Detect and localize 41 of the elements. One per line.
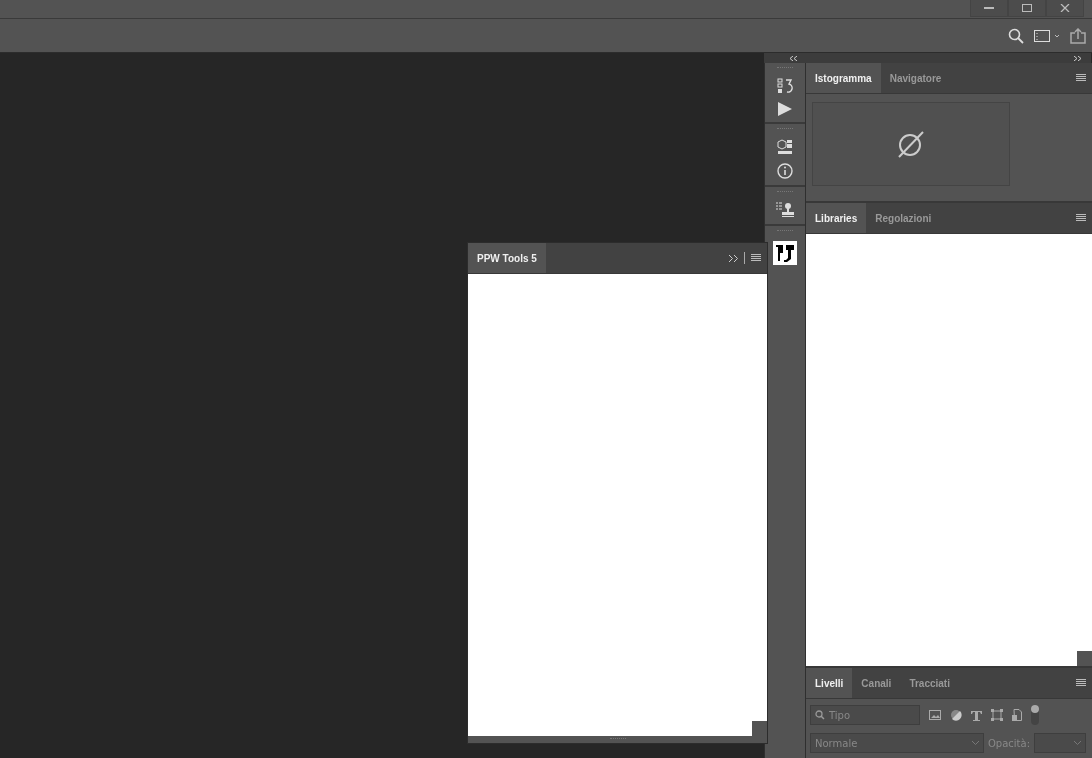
opacity-field[interactable] xyxy=(1034,733,1087,753)
info-icon[interactable] xyxy=(777,163,793,179)
blend-mode-dropdown[interactable]: Normale xyxy=(810,733,984,753)
close-icon xyxy=(1060,4,1070,12)
image-icon[interactable] xyxy=(929,710,941,720)
minimize-button[interactable] xyxy=(970,0,1008,17)
play-icon[interactable] xyxy=(778,102,792,116)
half-circle-icon[interactable] xyxy=(950,709,962,721)
chevron-down-icon xyxy=(1074,741,1082,745)
resize-handle[interactable] xyxy=(752,721,767,736)
resize-handle[interactable] xyxy=(1077,651,1092,666)
panel-tab[interactable]: Libraries xyxy=(806,203,867,233)
panel-tab[interactable]: Livelli xyxy=(806,668,853,698)
3d-cube-icon[interactable] xyxy=(777,139,793,155)
stamp-icon[interactable] xyxy=(776,202,794,218)
panel-menu-icon[interactable] xyxy=(1076,214,1086,222)
panel-tab[interactable]: PPW Tools 5 xyxy=(468,243,546,273)
history-icon[interactable] xyxy=(777,78,793,94)
filter-field[interactable]: Tipo xyxy=(810,705,920,725)
toggle-switch-icon[interactable] xyxy=(1031,705,1039,725)
share-icon[interactable] xyxy=(1070,27,1086,44)
double-chevron-icon[interactable] xyxy=(729,254,738,262)
maximize-icon xyxy=(1022,4,1032,12)
maximize-button[interactable] xyxy=(1008,0,1046,17)
collapse-icon[interactable] xyxy=(790,55,797,61)
search-icon[interactable] xyxy=(1008,27,1024,44)
document-icon[interactable] xyxy=(1012,709,1022,721)
minimize-icon xyxy=(984,6,994,10)
workspace-icon[interactable] xyxy=(1034,29,1060,42)
type-icon[interactable] xyxy=(971,709,982,721)
chevron-down-icon xyxy=(972,741,979,745)
panel-menu-icon[interactable] xyxy=(751,254,761,262)
close-button[interactable] xyxy=(1046,0,1084,17)
panel-menu-icon[interactable] xyxy=(1076,679,1086,687)
panel-tab[interactable]: Istogramma xyxy=(806,63,881,93)
plugin-logo-icon[interactable] xyxy=(773,241,797,265)
transform-icon[interactable] xyxy=(991,709,1003,721)
panel-menu-icon[interactable] xyxy=(1076,74,1086,82)
search-icon xyxy=(815,710,825,720)
expand-icon[interactable] xyxy=(1074,55,1081,61)
no-data-icon xyxy=(896,129,926,159)
